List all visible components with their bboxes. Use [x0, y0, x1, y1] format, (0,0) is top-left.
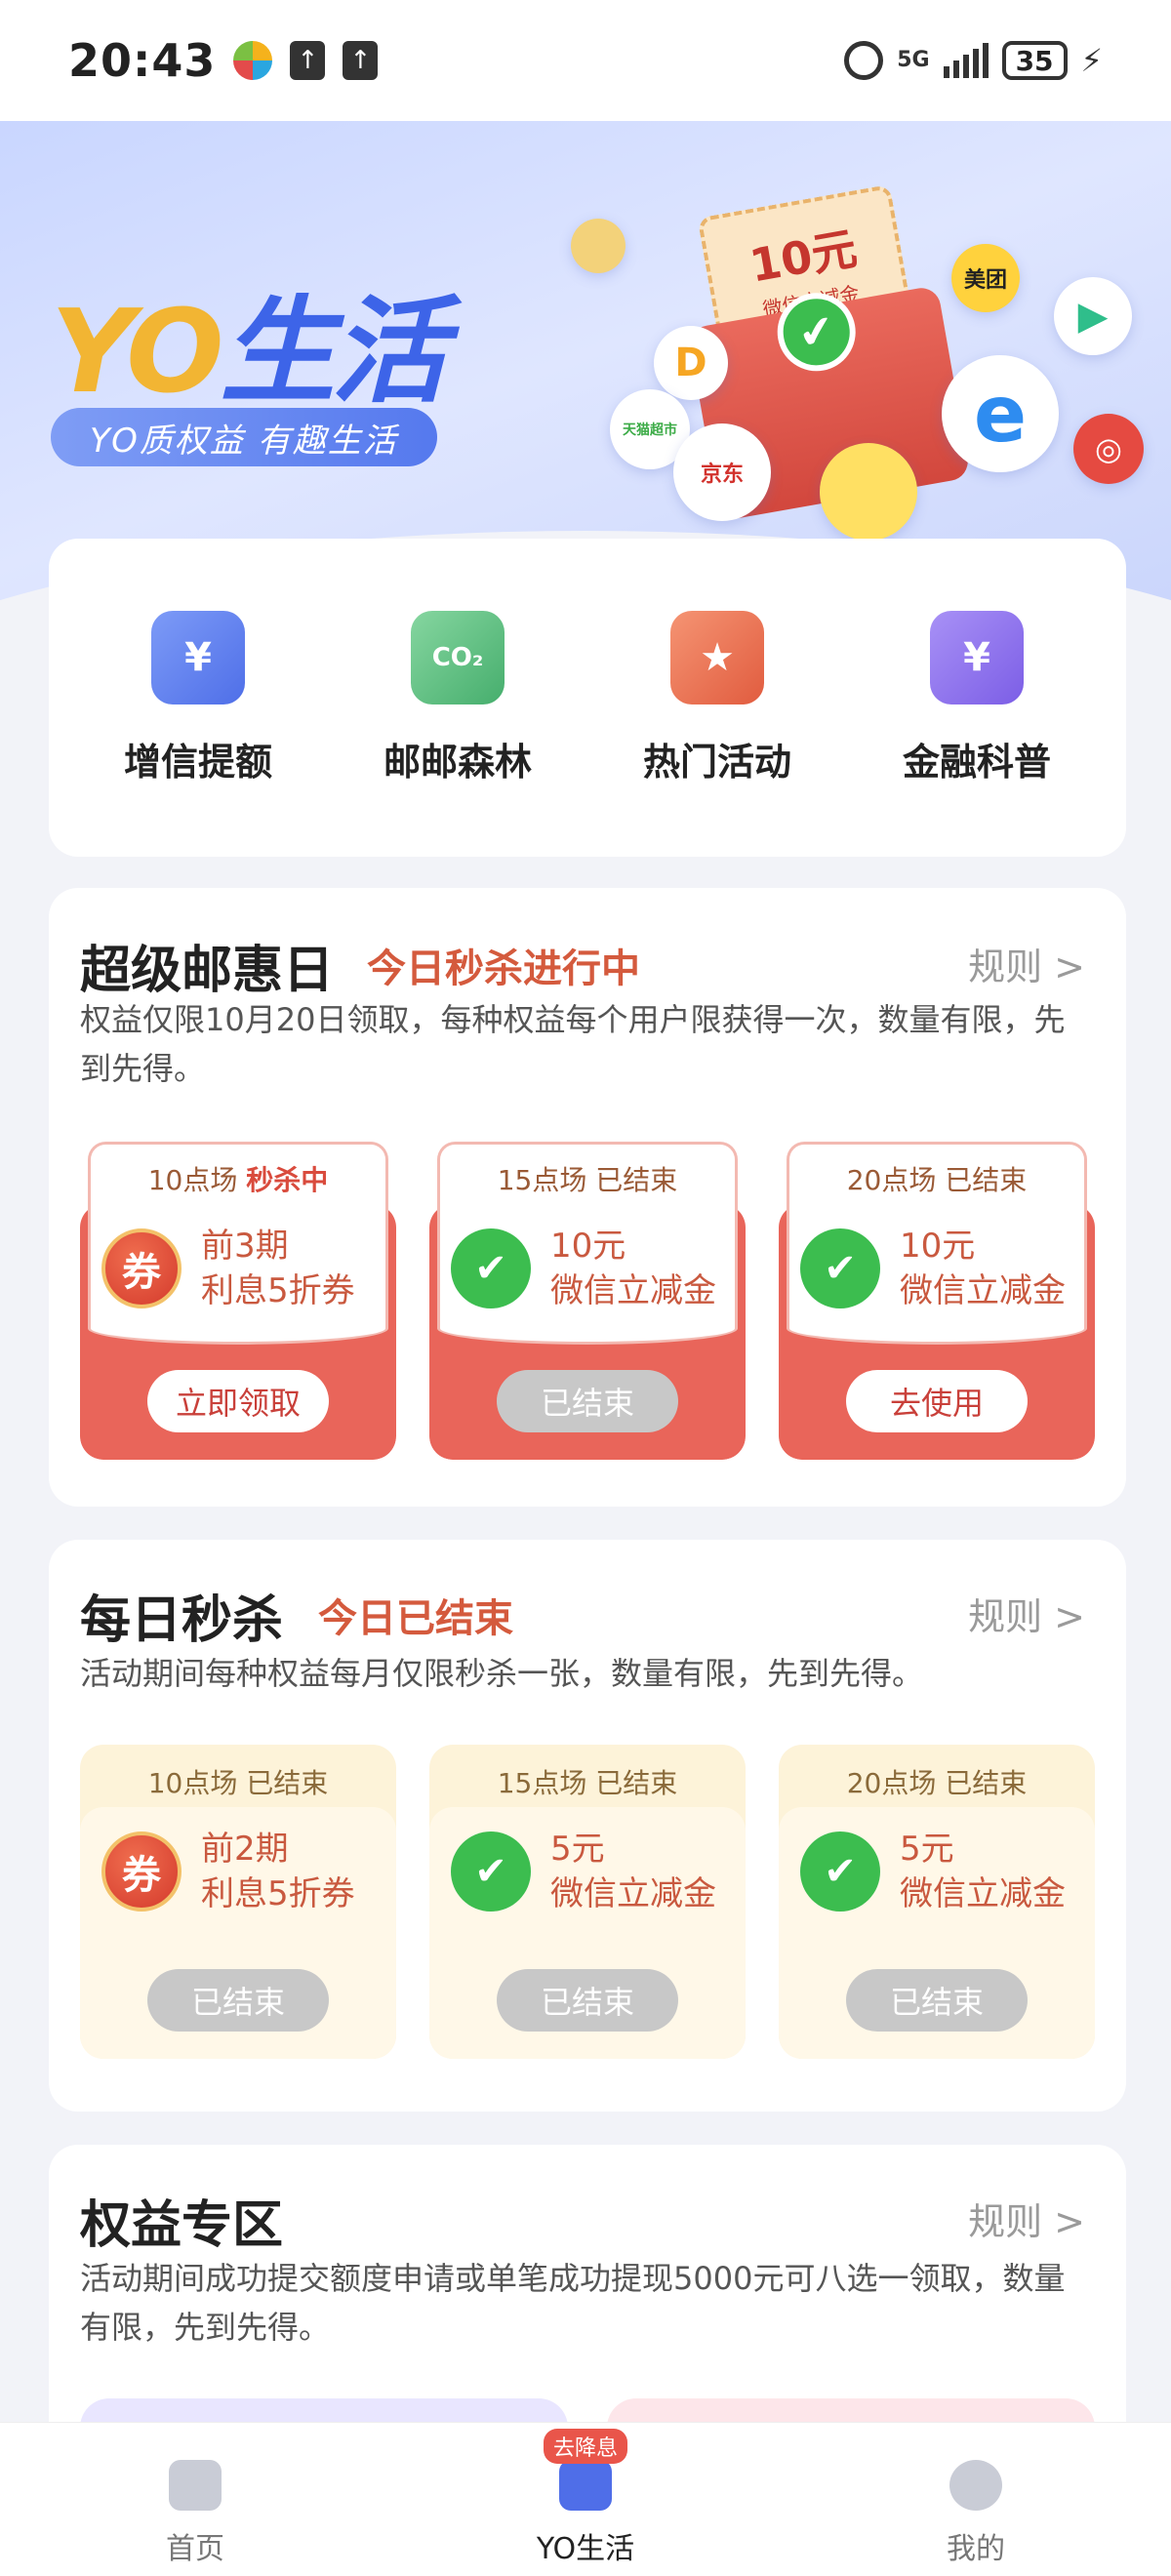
quick-action-credit[interactable]: ¥ 增信提额 [81, 610, 315, 785]
quick-action-finance-edu[interactable]: ¥ 金融科普 [860, 610, 1094, 785]
slot-reward-line2: 微信立减金 [550, 1271, 716, 1310]
slot-header: 10点场 秒杀中 [147, 1164, 329, 1196]
wechat-check-icon: ✔ [800, 1228, 880, 1308]
wechat-check-icon: ✔ [451, 1228, 531, 1308]
ended-button: 已结束 [497, 1370, 678, 1432]
quick-action-label: 增信提额 [123, 740, 272, 784]
coupon-icon: 券 [101, 1831, 182, 1912]
quick-action-hot-events[interactable]: ★ 热门活动 [600, 610, 834, 785]
user-icon [949, 2460, 1002, 2511]
slot-header: 10点场 已结束 [147, 1767, 329, 1799]
slot-reward-line1: 5元 [550, 1830, 605, 1869]
daily-slot-20[interactable]: 20点场 已结束 ✔ 5元微信立减金 已结束 [779, 1745, 1095, 2059]
rules-link[interactable]: 规则 > [968, 2192, 1085, 2245]
slot-reward-line1: 5元 [900, 1830, 954, 1869]
slot-header: 15点场 已结束 [497, 1164, 678, 1196]
bottom-tab-bar: 首页 去降息 YO生活 我的 [0, 2422, 1171, 2576]
meituan-logo: 美团 [951, 244, 1020, 312]
alarm-icon [844, 41, 884, 80]
section-description: 活动期间成功提交额度申请或单笔成功提现5000元可八选一领取，数量有限，先到先得… [80, 2260, 1066, 2346]
wallet-icon: ¥ [151, 610, 245, 704]
slot-reward-line2: 微信立减金 [900, 1271, 1066, 1310]
network-type: 5G [897, 48, 930, 72]
tab-label: 我的 [947, 2532, 1005, 2566]
slot-header: 20点场 已结束 [846, 1767, 1028, 1799]
flash-slot-15[interactable]: 15点场 已结束 ✔ 10元微信立减金 已结束 [429, 1142, 746, 1460]
go-use-button[interactable]: 去使用 [846, 1370, 1028, 1432]
slot-reward-line2: 利息5折券 [201, 1874, 355, 1913]
quick-action-forest[interactable]: CO₂ 邮邮森林 [341, 610, 575, 785]
home-icon [169, 2460, 222, 2511]
didi-logo-icon: D [654, 326, 728, 400]
section-title: 每日秒杀 [80, 1591, 284, 1650]
rules-link[interactable]: 规则 > [968, 1587, 1085, 1640]
section-status: 今日秒杀进行中 [367, 946, 640, 991]
status-time: 20:43 [68, 34, 217, 87]
upload-icon: ↑ [290, 41, 326, 80]
slot-reward-line1: 10元 [900, 1227, 976, 1266]
section-title: 超级邮惠日 [80, 942, 335, 1000]
upload-icon: ↑ [343, 41, 379, 80]
slot-reward-line1: 前3期 [201, 1227, 289, 1266]
tab-label: YO生活 [536, 2532, 635, 2566]
slot-reward-line1: 前2期 [201, 1830, 289, 1869]
signal-icon [943, 43, 989, 78]
eleme-logo-icon: e [942, 355, 1059, 472]
app-notification-icon [233, 41, 273, 80]
banner-slogan: YO质权益 有趣生活 [51, 408, 437, 466]
claim-now-button[interactable]: 立即领取 [147, 1370, 329, 1432]
ended-button: 已结束 [846, 1969, 1028, 2032]
bookmark-star-icon: ★ [670, 610, 764, 704]
jd-logo: 京东 [673, 423, 771, 521]
flash-slot-10[interactable]: 10点场 秒杀中 券 前3期利息5折券 立即领取 [80, 1142, 396, 1460]
section-status: 今日已结束 [318, 1596, 513, 1641]
daily-slot-10[interactable]: 10点场 已结束 券 前2期利息5折券 已结束 [80, 1745, 396, 2059]
tab-mine[interactable]: 我的 [829, 2423, 1122, 2576]
finance-search-icon: ¥ [930, 610, 1024, 704]
slot-header: 20点场 已结束 [846, 1164, 1028, 1196]
quick-action-label: 金融科普 [902, 740, 1051, 784]
tab-home[interactable]: 首页 [49, 2423, 342, 2576]
wechat-check-icon: ✔ [800, 1831, 880, 1912]
charging-icon: ⚡ [1080, 42, 1103, 79]
quick-action-label: 邮邮森林 [383, 740, 532, 784]
video-play-icon: ▶ [1054, 277, 1132, 355]
ended-button: 已结束 [147, 1969, 329, 2032]
rules-link[interactable]: 规则 > [968, 937, 1085, 990]
netease-music-icon: ◎ [1073, 414, 1144, 484]
section-title: 权益专区 [80, 2196, 284, 2255]
co2-cloud-icon: CO₂ [411, 610, 505, 704]
flash-slot-20[interactable]: 20点场 已结束 ✔ 10元微信立减金 去使用 [779, 1142, 1095, 1460]
banner-title: YO生活 [51, 284, 447, 419]
tab-label: 首页 [166, 2532, 224, 2566]
daily-flash-card: 每日秒杀 今日已结束 规则 > 活动期间每种权益每月仅限秒杀一张，数量有限，先到… [49, 1540, 1126, 2112]
tab-badge: 去降息 [543, 2429, 628, 2464]
slot-reward-line2: 微信立减金 [900, 1874, 1066, 1913]
daily-slot-15[interactable]: 15点场 已结束 ✔ 5元微信立减金 已结束 [429, 1745, 746, 2059]
section-description: 权益仅限10月20日领取，每种权益每个用户限获得一次，数量有限，先到先得。 [80, 1001, 1066, 1087]
slot-reward-line1: 10元 [550, 1227, 626, 1266]
status-bar: 20:43 ↑ ↑ 5G 35 ⚡ [0, 0, 1171, 121]
super-day-card: 超级邮惠日 今日秒杀进行中 规则 > 权益仅限10月20日领取，每种权益每个用户… [49, 888, 1126, 1507]
shopping-bag-star-icon [559, 2460, 612, 2511]
slot-reward-line2: 微信立减金 [550, 1874, 716, 1913]
section-description: 活动期间每种权益每月仅限秒杀一张，数量有限，先到先得。 [80, 1655, 924, 1692]
quick-action-label: 热门活动 [642, 740, 791, 784]
slot-header: 15点场 已结束 [497, 1767, 678, 1799]
quick-actions-card: ¥ 增信提额 CO₂ 邮邮森林 ★ 热门活动 ¥ 金融科普 [49, 539, 1126, 857]
coin-icon [571, 219, 626, 273]
ended-button: 已结束 [497, 1969, 678, 2032]
tab-yo-life[interactable]: 去降息 YO生活 [439, 2423, 732, 2576]
wechat-check-icon: ✔ [451, 1831, 531, 1912]
battery-level: 35 [1001, 41, 1068, 80]
rabbit-mascot-icon [820, 443, 917, 541]
coupon-icon: 券 [101, 1228, 182, 1308]
slot-reward-line2: 利息5折券 [201, 1271, 355, 1310]
